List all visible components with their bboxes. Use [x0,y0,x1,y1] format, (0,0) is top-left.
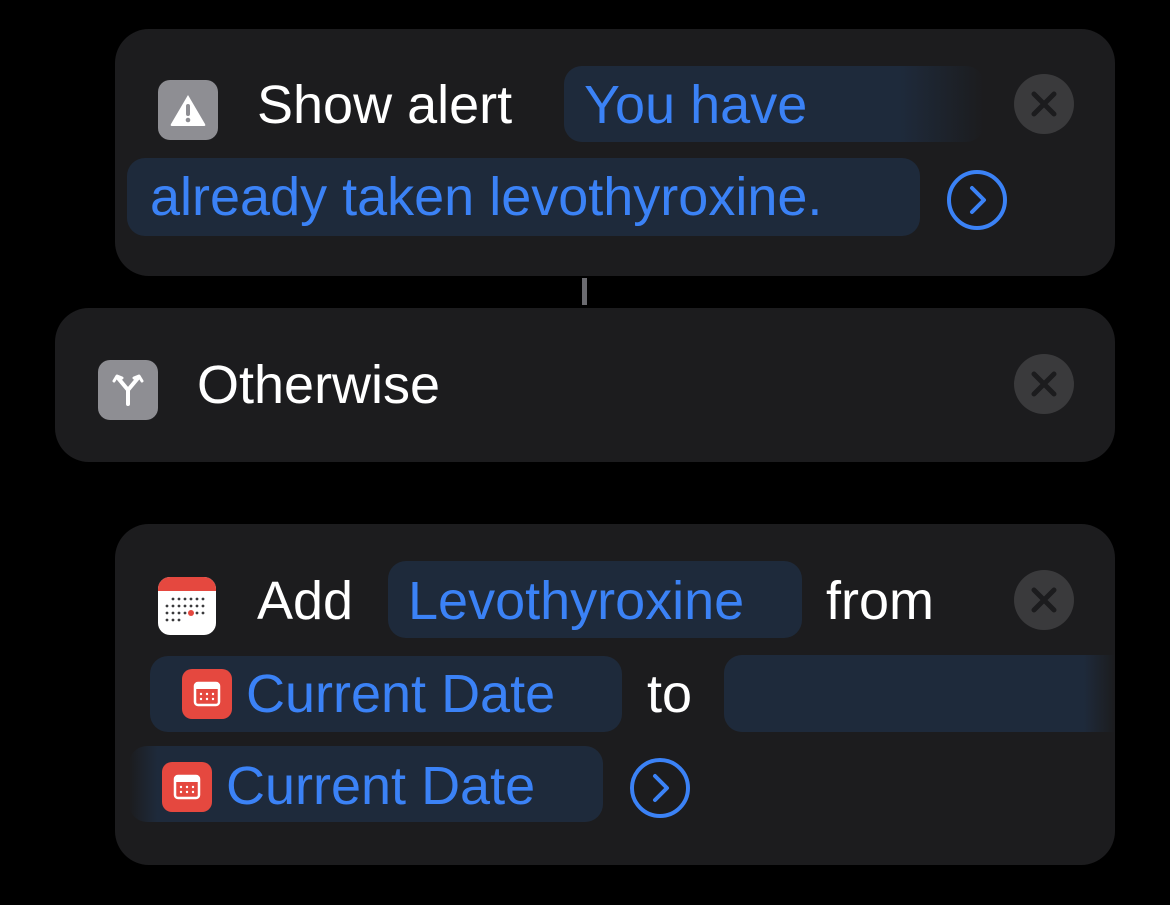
alert-expand-chevron-icon[interactable] [946,169,1008,231]
close-icon [1031,587,1057,613]
show-alert-label: Show alert [257,75,513,135]
add-event-action-card[interactable]: Add Levothyroxine from Current Date to C… [115,524,1115,865]
add-event-expand-chevron-icon[interactable] [629,757,691,819]
event-name-value[interactable]: Levothyroxine [408,569,744,633]
close-icon [1031,91,1057,117]
action-connector-line [582,278,587,305]
end-date-pill-top[interactable] [724,655,1115,732]
add-event-remove-button[interactable] [1014,570,1074,630]
otherwise-label: Otherwise [197,355,441,415]
otherwise-remove-button[interactable] [1014,354,1074,414]
from-label: from [826,571,934,631]
calendar-date-icon [162,762,212,812]
otherwise-action-card[interactable]: Otherwise [55,308,1115,462]
start-date-value[interactable]: Current Date [246,662,555,726]
alert-message-line2[interactable]: already taken levothyroxine. [150,165,822,229]
calendar-icon [158,577,216,635]
close-icon [1031,371,1057,397]
branch-icon [98,360,158,420]
show-alert-action-card[interactable]: Show alert You have already taken levoth… [115,29,1115,276]
warning-icon [158,80,218,140]
calendar-date-icon [182,669,232,719]
alert-message-line1[interactable]: You have [584,73,807,137]
to-label: to [647,664,693,724]
alert-remove-button[interactable] [1014,74,1074,134]
end-date-value[interactable]: Current Date [226,754,535,818]
add-label: Add [257,571,354,631]
